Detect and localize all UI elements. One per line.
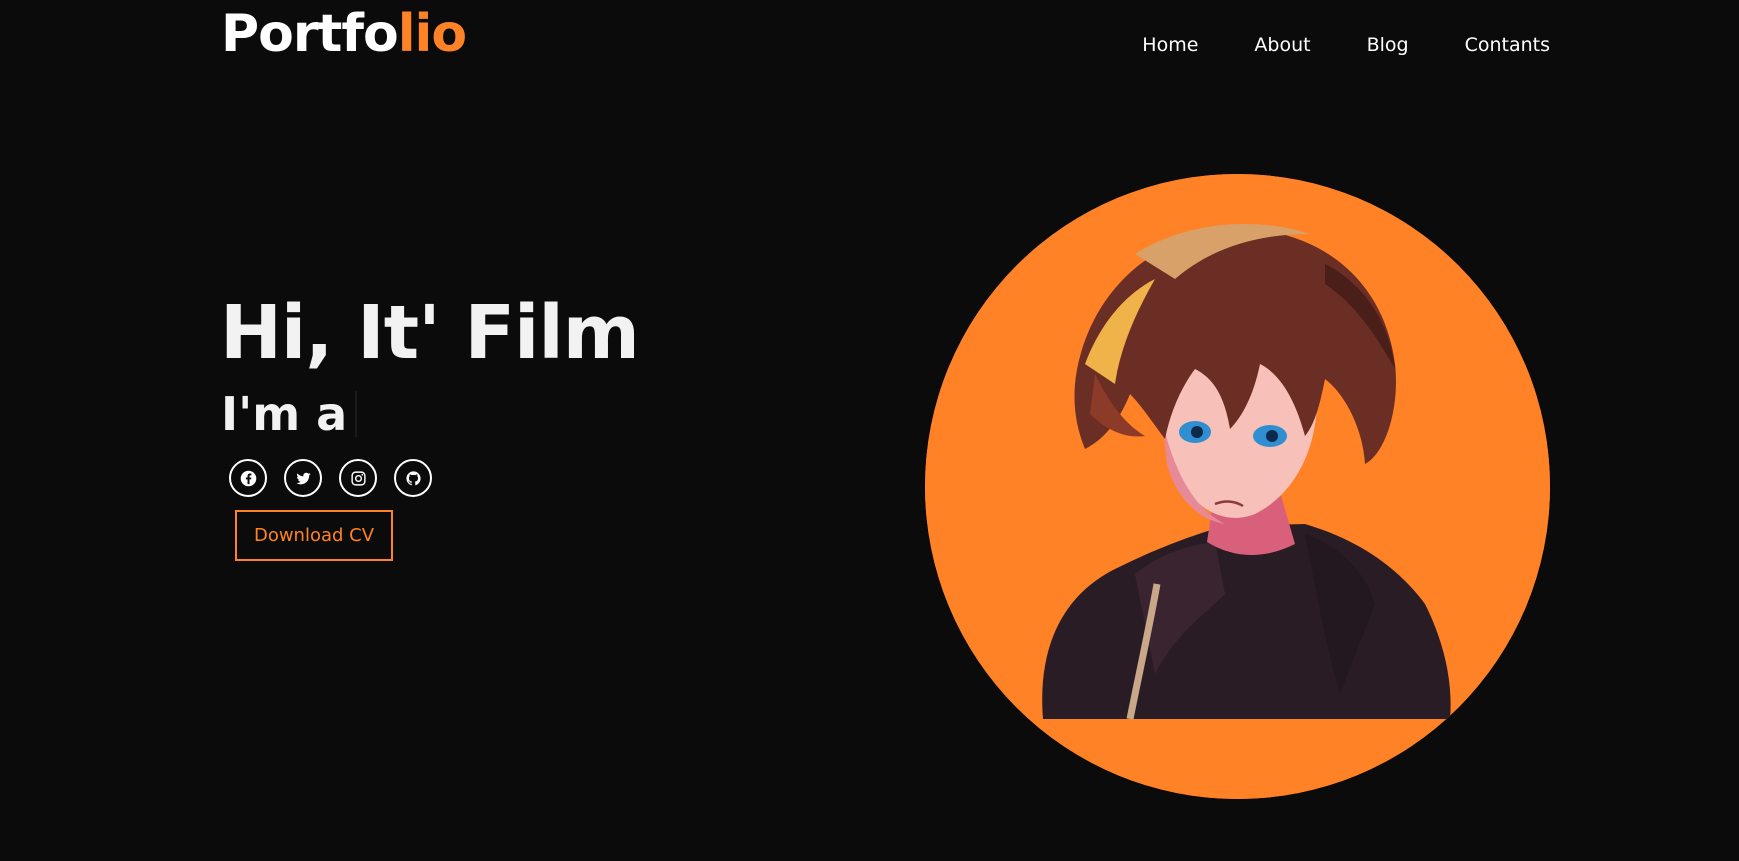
facebook-link[interactable] bbox=[229, 459, 267, 497]
instagram-icon bbox=[350, 470, 366, 486]
nav-blog-link[interactable]: Blog bbox=[1367, 34, 1409, 56]
nav-about-link[interactable]: About bbox=[1254, 34, 1310, 56]
logo-main-text: Portfo bbox=[221, 4, 399, 64]
social-links bbox=[229, 459, 432, 497]
profile-avatar bbox=[925, 174, 1550, 799]
twitter-icon bbox=[295, 472, 311, 484]
hero-subtitle: I'm a bbox=[221, 387, 358, 441]
typing-cursor bbox=[355, 391, 358, 437]
hero-subtitle-text: I'm a bbox=[221, 387, 348, 441]
facebook-icon bbox=[240, 470, 256, 486]
main-nav: Home About Blog Contants bbox=[1142, 34, 1550, 56]
logo-accent-text: lio bbox=[397, 4, 467, 64]
anime-character-illustration bbox=[925, 174, 1550, 799]
download-cv-button[interactable]: Download CV bbox=[235, 510, 393, 561]
nav-home-link[interactable]: Home bbox=[1142, 34, 1198, 56]
site-logo[interactable]: Portfolio bbox=[221, 4, 467, 64]
instagram-link[interactable] bbox=[339, 459, 377, 497]
github-icon bbox=[405, 470, 421, 485]
twitter-link[interactable] bbox=[284, 459, 322, 497]
nav-contacts-link[interactable]: Contants bbox=[1465, 34, 1550, 56]
hero-title: Hi, It' Film bbox=[220, 290, 640, 376]
github-link[interactable] bbox=[394, 459, 432, 497]
